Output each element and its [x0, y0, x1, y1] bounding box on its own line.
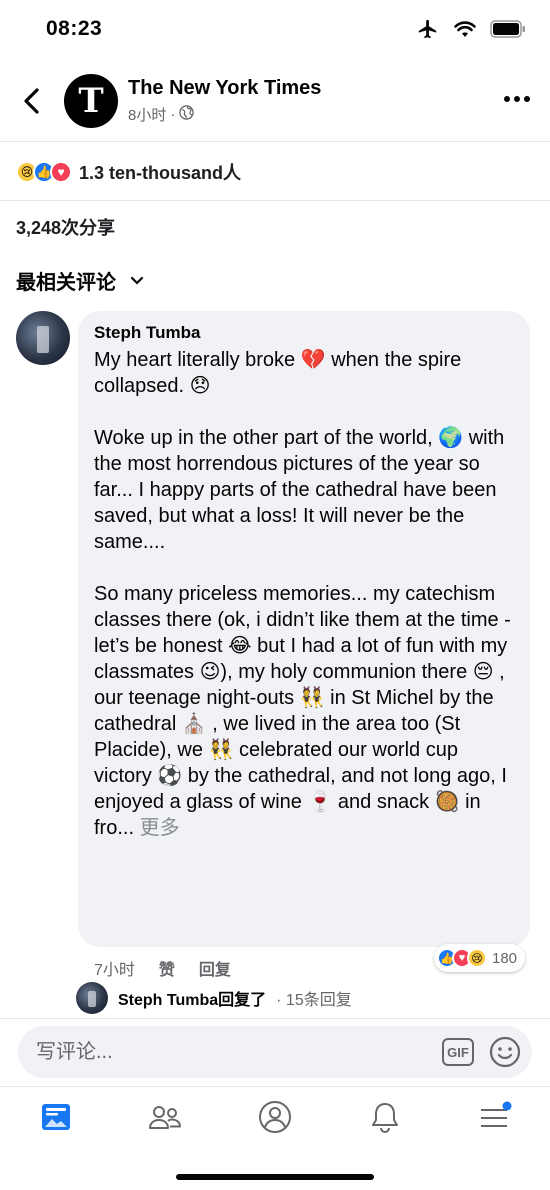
emoji-button[interactable] — [488, 1035, 522, 1069]
meta-separator: · — [170, 106, 176, 123]
menu-icon — [481, 1101, 512, 1127]
gif-button[interactable]: GIF — [442, 1038, 474, 1066]
page-name[interactable]: The New York Times — [128, 77, 321, 100]
sad-reaction-icon: 😢 — [467, 948, 487, 968]
chevron-down-icon — [130, 276, 144, 285]
reply-avatar — [76, 982, 108, 1014]
airplane-icon — [416, 18, 440, 45]
reactions-summary[interactable]: 😢 👍 ♥ 1.3 ten-thousand人 — [0, 143, 550, 201]
comment-reaction-count: 180 — [492, 949, 518, 967]
post-timestamp: 8小时 — [128, 107, 167, 124]
globe-icon — [179, 105, 195, 124]
dot — [504, 96, 510, 102]
comment-text: My heart literally broke 💔 when the spir… — [94, 347, 514, 841]
like-comment-button[interactable]: 赞 — [159, 956, 175, 980]
comment-actions: 7小时 赞 回复 — [94, 956, 231, 980]
bottom-tab-bar — [0, 1086, 550, 1190]
commenter-avatar[interactable] — [16, 311, 70, 365]
dot — [514, 96, 520, 102]
comment-composer: GIF — [18, 1026, 532, 1078]
reply-author: Steph Tumba回复了 — [118, 992, 267, 1009]
groups-icon — [149, 1106, 181, 1129]
chevron-left-icon — [24, 88, 39, 114]
comment-sort-dropdown[interactable]: 最相关评论 — [16, 266, 144, 295]
logo-glyph: T — [78, 81, 104, 121]
smiley-icon — [489, 1036, 521, 1068]
comment-bubble[interactable]: Steph Tumba My heart literally broke 💔 w… — [78, 311, 530, 947]
post-header: T The New York Times 8小时 · — [0, 60, 550, 142]
see-more-link[interactable]: 更多 — [140, 817, 180, 839]
comment-time: 7小时 — [94, 962, 135, 979]
tab-menu[interactable] — [475, 1099, 515, 1135]
tab-profile[interactable] — [255, 1099, 295, 1135]
share-count[interactable]: 3,248次分享 — [16, 214, 115, 240]
battery-icon — [490, 20, 526, 43]
sort-label: 最相关评论 — [16, 272, 116, 294]
home-indicator[interactable] — [176, 1174, 374, 1180]
reply-preview[interactable]: Steph Tumba回复了 · 15条回复 — [76, 981, 352, 1015]
more-options-button[interactable] — [504, 96, 530, 102]
page-avatar[interactable]: T — [64, 74, 118, 128]
dot — [524, 96, 530, 102]
tab-news-feed[interactable] — [36, 1099, 76, 1135]
wifi-icon — [454, 20, 476, 43]
love-reaction-icon: ♥ — [50, 160, 72, 183]
profile-icon — [259, 1101, 291, 1133]
tab-groups[interactable] — [145, 1099, 185, 1135]
comment-reactions[interactable]: 👍 ♥ 😢 180 — [434, 944, 526, 972]
status-icons — [416, 18, 526, 45]
comment-body: My heart literally broke 💔 when the spir… — [94, 349, 511, 839]
back-button[interactable] — [20, 86, 44, 116]
reply-comment-button[interactable]: 回复 — [199, 956, 231, 980]
status-time: 08:23 — [46, 17, 103, 40]
post-meta: 8小时 · — [128, 104, 195, 125]
status-bar: 08:23 — [0, 0, 550, 60]
bell-icon — [372, 1103, 398, 1133]
comment-input[interactable] — [18, 1026, 418, 1078]
reply-count: · 15条回复 — [276, 992, 352, 1009]
news-feed-icon — [42, 1104, 70, 1130]
reaction-count: 1.3 ten-thousand人 — [79, 162, 242, 183]
tab-notifications[interactable] — [365, 1099, 405, 1135]
comment-author[interactable]: Steph Tumba — [94, 323, 514, 343]
